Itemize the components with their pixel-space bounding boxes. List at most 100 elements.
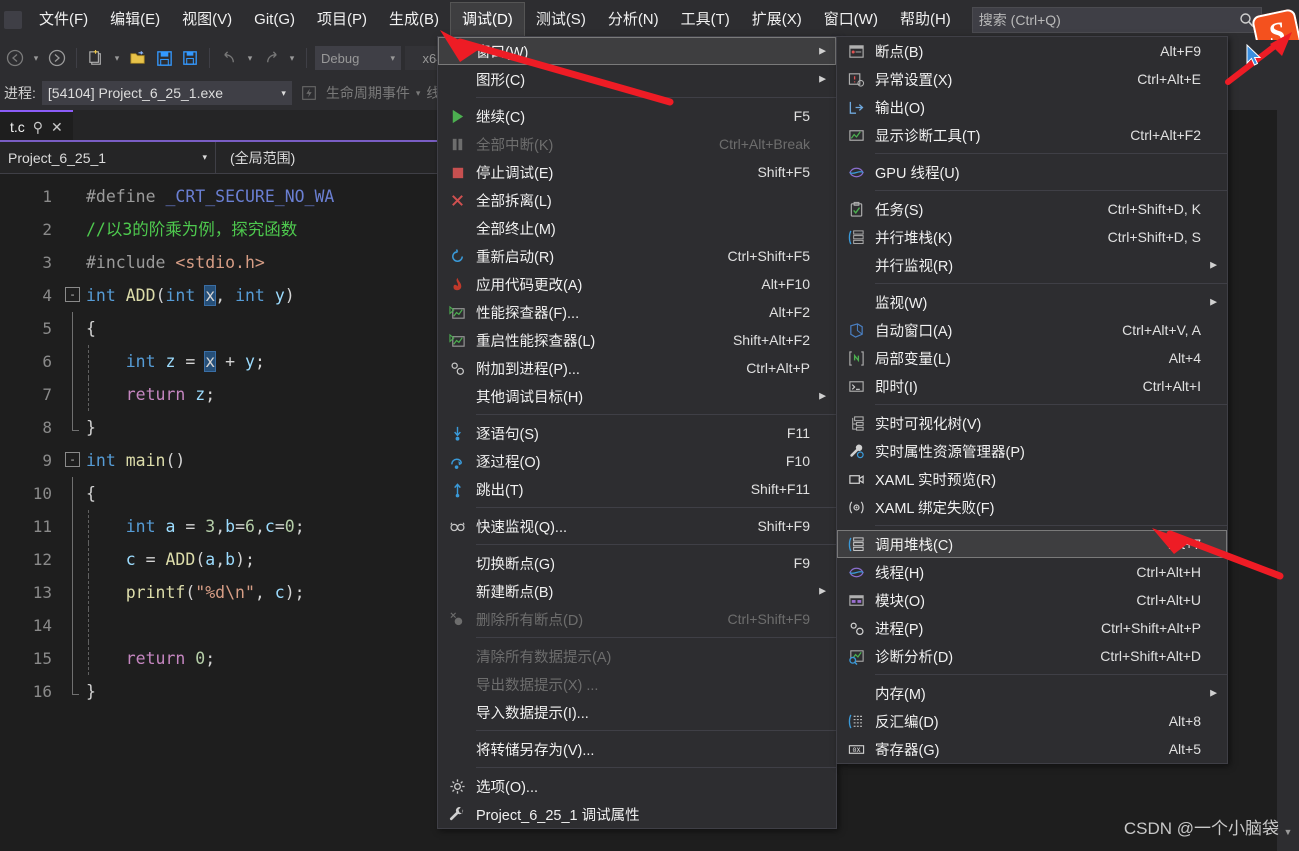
window-submenu-item-0[interactable]: 断点(B) Alt+F9 xyxy=(837,37,1227,65)
menu-0[interactable]: 文件(F) xyxy=(28,2,99,38)
window-submenu-item-23[interactable]: 模块(O) Ctrl+Alt+U xyxy=(837,586,1227,614)
debug-menu-item-15[interactable]: 逐语句(S) F11 xyxy=(438,419,836,447)
fold-gutter[interactable] xyxy=(60,510,89,543)
window-submenu-item-3[interactable]: 显示诊断工具(T) Ctrl+Alt+F2 xyxy=(837,121,1227,149)
fold-gutter[interactable] xyxy=(60,642,89,675)
window-submenu-item-7[interactable]: 任务(S) Ctrl+Shift+D, K xyxy=(837,195,1227,223)
undo-dropdown[interactable]: ▾ xyxy=(244,47,256,69)
fold-gutter[interactable] xyxy=(60,246,86,279)
window-submenu-item-18[interactable]: XAML 实时预览(R) xyxy=(837,465,1227,493)
redo-dropdown[interactable]: ▾ xyxy=(286,47,298,69)
debug-menu-item-0[interactable]: 窗口(W) ▶ xyxy=(438,37,836,65)
debug-menu-item-31[interactable]: 选项(O)... xyxy=(438,772,836,800)
fold-gutter[interactable] xyxy=(60,180,86,213)
fold-gutter[interactable] xyxy=(60,609,89,642)
debug-menu-item-11[interactable]: 重启性能探查器(L) Shift+Alt+F2 xyxy=(438,326,836,354)
new-project-icon[interactable] xyxy=(85,47,107,69)
debug-menu-item-10[interactable]: 性能探查器(F)... Alt+F2 xyxy=(438,298,836,326)
debug-menu-item-12[interactable]: 附加到进程(P)... Ctrl+Alt+P xyxy=(438,354,836,382)
fold-gutter[interactable] xyxy=(60,576,89,609)
navigate-back-dropdown[interactable]: ▾ xyxy=(30,47,42,69)
fold-gutter[interactable]: - xyxy=(60,279,86,312)
debug-menu-item-5[interactable]: 停止调试(E) Shift+F5 xyxy=(438,158,836,186)
collapse-icon[interactable]: - xyxy=(65,452,80,467)
configuration-selector[interactable]: Debug ▾ xyxy=(315,46,401,70)
process-selector[interactable]: [54104] Project_6_25_1.exe ▾ xyxy=(41,81,292,105)
close-icon[interactable]: ✕ xyxy=(51,119,63,136)
fold-gutter[interactable] xyxy=(60,213,86,246)
window-submenu-item-8[interactable]: 并行堆栈(K) Ctrl+Shift+D, S xyxy=(837,223,1227,251)
debug-menu-item-27[interactable]: 导入数据提示(I)... xyxy=(438,698,836,726)
menu-5[interactable]: 生成(B) xyxy=(378,2,450,38)
save-all-icon[interactable] xyxy=(179,47,201,69)
window-submenu-item-1[interactable]: 异常设置(X) Ctrl+Alt+E xyxy=(837,65,1227,93)
menu-9[interactable]: 工具(T) xyxy=(670,2,741,38)
redo-icon[interactable] xyxy=(260,47,282,69)
lifecycle-events-icon[interactable] xyxy=(298,82,320,104)
fold-gutter[interactable] xyxy=(60,345,89,378)
debug-menu-item-21[interactable]: 切换断点(G) F9 xyxy=(438,549,836,577)
fold-gutter[interactable] xyxy=(60,378,89,411)
window-submenu-item-19[interactable]: XAML 绑定失败(F) xyxy=(837,493,1227,521)
fold-gutter[interactable] xyxy=(60,477,86,510)
debug-menu-item-32[interactable]: Project_6_25_1 调试属性 xyxy=(438,800,836,828)
navigate-back-icon[interactable] xyxy=(4,47,26,69)
window-submenu-item-5[interactable]: GPU 线程(U) xyxy=(837,158,1227,186)
debug-menu-item-17[interactable]: 跳出(T) Shift+F11 xyxy=(438,475,836,503)
window-submenu-item-29[interactable]: 0X 寄存器(G) Alt+5 xyxy=(837,735,1227,763)
editor-vertical-scrollbar[interactable]: ▼ xyxy=(1277,110,1299,851)
menu-4[interactable]: 项目(P) xyxy=(306,2,378,38)
fold-gutter[interactable] xyxy=(60,312,86,345)
debug-menu-item-22[interactable]: 新建断点(B) ▶ xyxy=(438,577,836,605)
collapse-icon[interactable]: - xyxy=(65,287,80,302)
window-submenu-item-21[interactable]: 调用堆栈(C) Alt+7 xyxy=(837,530,1227,558)
menu-1[interactable]: 编辑(E) xyxy=(99,2,171,38)
menu-3[interactable]: Git(G) xyxy=(243,2,306,38)
menu-11[interactable]: 窗口(W) xyxy=(813,2,889,38)
fold-gutter[interactable] xyxy=(60,543,89,576)
pin-icon[interactable]: ⚲ xyxy=(33,119,43,136)
debug-menu-item-13[interactable]: 其他调试目标(H) ▶ xyxy=(438,382,836,410)
menu-2[interactable]: 视图(V) xyxy=(171,2,243,38)
navigate-forward-icon[interactable] xyxy=(46,47,68,69)
project-scope-selector[interactable]: Project_6_25_1 ▾ xyxy=(0,141,216,174)
window-submenu-item-27[interactable]: 内存(M) ▶ xyxy=(837,679,1227,707)
window-submenu-item-11[interactable]: 监视(W) ▶ xyxy=(837,288,1227,316)
window-submenu-item-14[interactable]: 即时(I) Ctrl+Alt+I xyxy=(837,372,1227,400)
debug-menu-item-19[interactable]: 快速监视(Q)... Shift+F9 xyxy=(438,512,836,540)
window-submenu-item-25[interactable]: 诊断分析(D) Ctrl+Shift+Alt+D xyxy=(837,642,1227,670)
scroll-down-icon[interactable]: ▼ xyxy=(1277,823,1299,841)
new-project-dropdown[interactable]: ▾ xyxy=(111,47,123,69)
debug-menu-item-16[interactable]: 逐过程(O) F10 xyxy=(438,447,836,475)
debug-menu-item-6[interactable]: 全部拆离(L) xyxy=(438,186,836,214)
save-icon[interactable] xyxy=(153,47,175,69)
debug-menu-item-8[interactable]: 重新启动(R) Ctrl+Shift+F5 xyxy=(438,242,836,270)
fold-gutter[interactable]: - xyxy=(60,444,86,477)
debug-menu-item-7[interactable]: 全部终止(M) xyxy=(438,214,836,242)
open-file-icon[interactable] xyxy=(127,47,149,69)
fold-gutter[interactable] xyxy=(60,675,86,708)
search-input[interactable]: 搜索 (Ctrl+Q) xyxy=(971,7,1262,33)
menu-7[interactable]: 测试(S) xyxy=(525,2,597,38)
debug-menu-item-1[interactable]: 图形(C) ▶ xyxy=(438,65,836,93)
window-submenu-item-16[interactable]: 实时可视化树(V) xyxy=(837,409,1227,437)
window-submenu-item-24[interactable]: 进程(P) Ctrl+Shift+Alt+P xyxy=(837,614,1227,642)
window-submenu-item-17[interactable]: 实时属性资源管理器(P) xyxy=(837,437,1227,465)
member-scope-selector[interactable]: (全局范围) xyxy=(216,148,309,168)
window-submenu-item-12[interactable]: 自动窗口(A) Ctrl+Alt+V, A xyxy=(837,316,1227,344)
debug-menu-item-29[interactable]: 将转储另存为(V)... xyxy=(438,735,836,763)
undo-icon[interactable] xyxy=(218,47,240,69)
debug-menu-item-9[interactable]: 应用代码更改(A) Alt+F10 xyxy=(438,270,836,298)
window-submenu-item-22[interactable]: 线程(H) Ctrl+Alt+H xyxy=(837,558,1227,586)
menu-8[interactable]: 分析(N) xyxy=(597,2,670,38)
window-submenu-item-28[interactable]: 反汇编(D) Alt+8 xyxy=(837,707,1227,735)
menu-10[interactable]: 扩展(X) xyxy=(741,2,813,38)
window-submenu-item-13[interactable]: 局部变量(L) Alt+4 xyxy=(837,344,1227,372)
menu-12[interactable]: 帮助(H) xyxy=(889,2,962,38)
window-submenu-item-2[interactable]: 输出(O) xyxy=(837,93,1227,121)
menu-6[interactable]: 调试(D) xyxy=(449,2,525,38)
editor-tab-test-c[interactable]: t.c ⚲ ✕ xyxy=(0,110,73,142)
window-submenu-item-9[interactable]: 并行监视(R) ▶ xyxy=(837,251,1227,279)
fold-gutter[interactable] xyxy=(60,411,86,444)
debug-menu-item-3[interactable]: 继续(C) F5 xyxy=(438,102,836,130)
